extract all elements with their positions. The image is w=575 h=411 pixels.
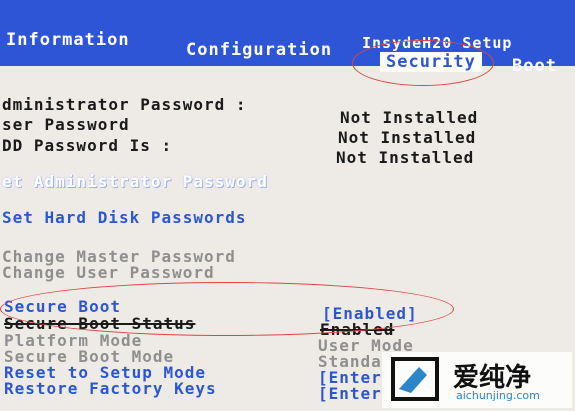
set-hdd-passwords[interactable]: Set Hard Disk Passwords <box>2 208 247 227</box>
change-user-password[interactable]: Change User Password <box>2 263 215 282</box>
restore-factory-keys-value[interactable]: [Enter <box>318 384 382 403</box>
tab-information[interactable]: Information <box>6 30 130 50</box>
user-password-label: ser Password <box>2 115 130 134</box>
admin-password-value: Not Installed <box>340 108 479 127</box>
watermark-logo-icon <box>391 357 439 401</box>
user-password-value: Not Installed <box>338 128 477 147</box>
restore-factory-keys[interactable]: Restore Factory Keys <box>4 379 217 398</box>
secure-boot-annotation-circle <box>0 282 454 336</box>
watermark-url: aichunjing.com <box>456 389 540 402</box>
set-admin-password[interactable]: et Administrator Password <box>2 172 268 191</box>
hdd-password-value: Not Installed <box>336 148 475 167</box>
tab-configuration[interactable]: Configuration <box>186 40 332 60</box>
admin-password-label: dministrator Password : <box>2 95 247 114</box>
security-tab-annotation-circle <box>352 40 494 86</box>
tab-boot[interactable]: Boot <box>512 56 557 76</box>
hdd-password-label: DD Password Is : <box>2 136 173 155</box>
